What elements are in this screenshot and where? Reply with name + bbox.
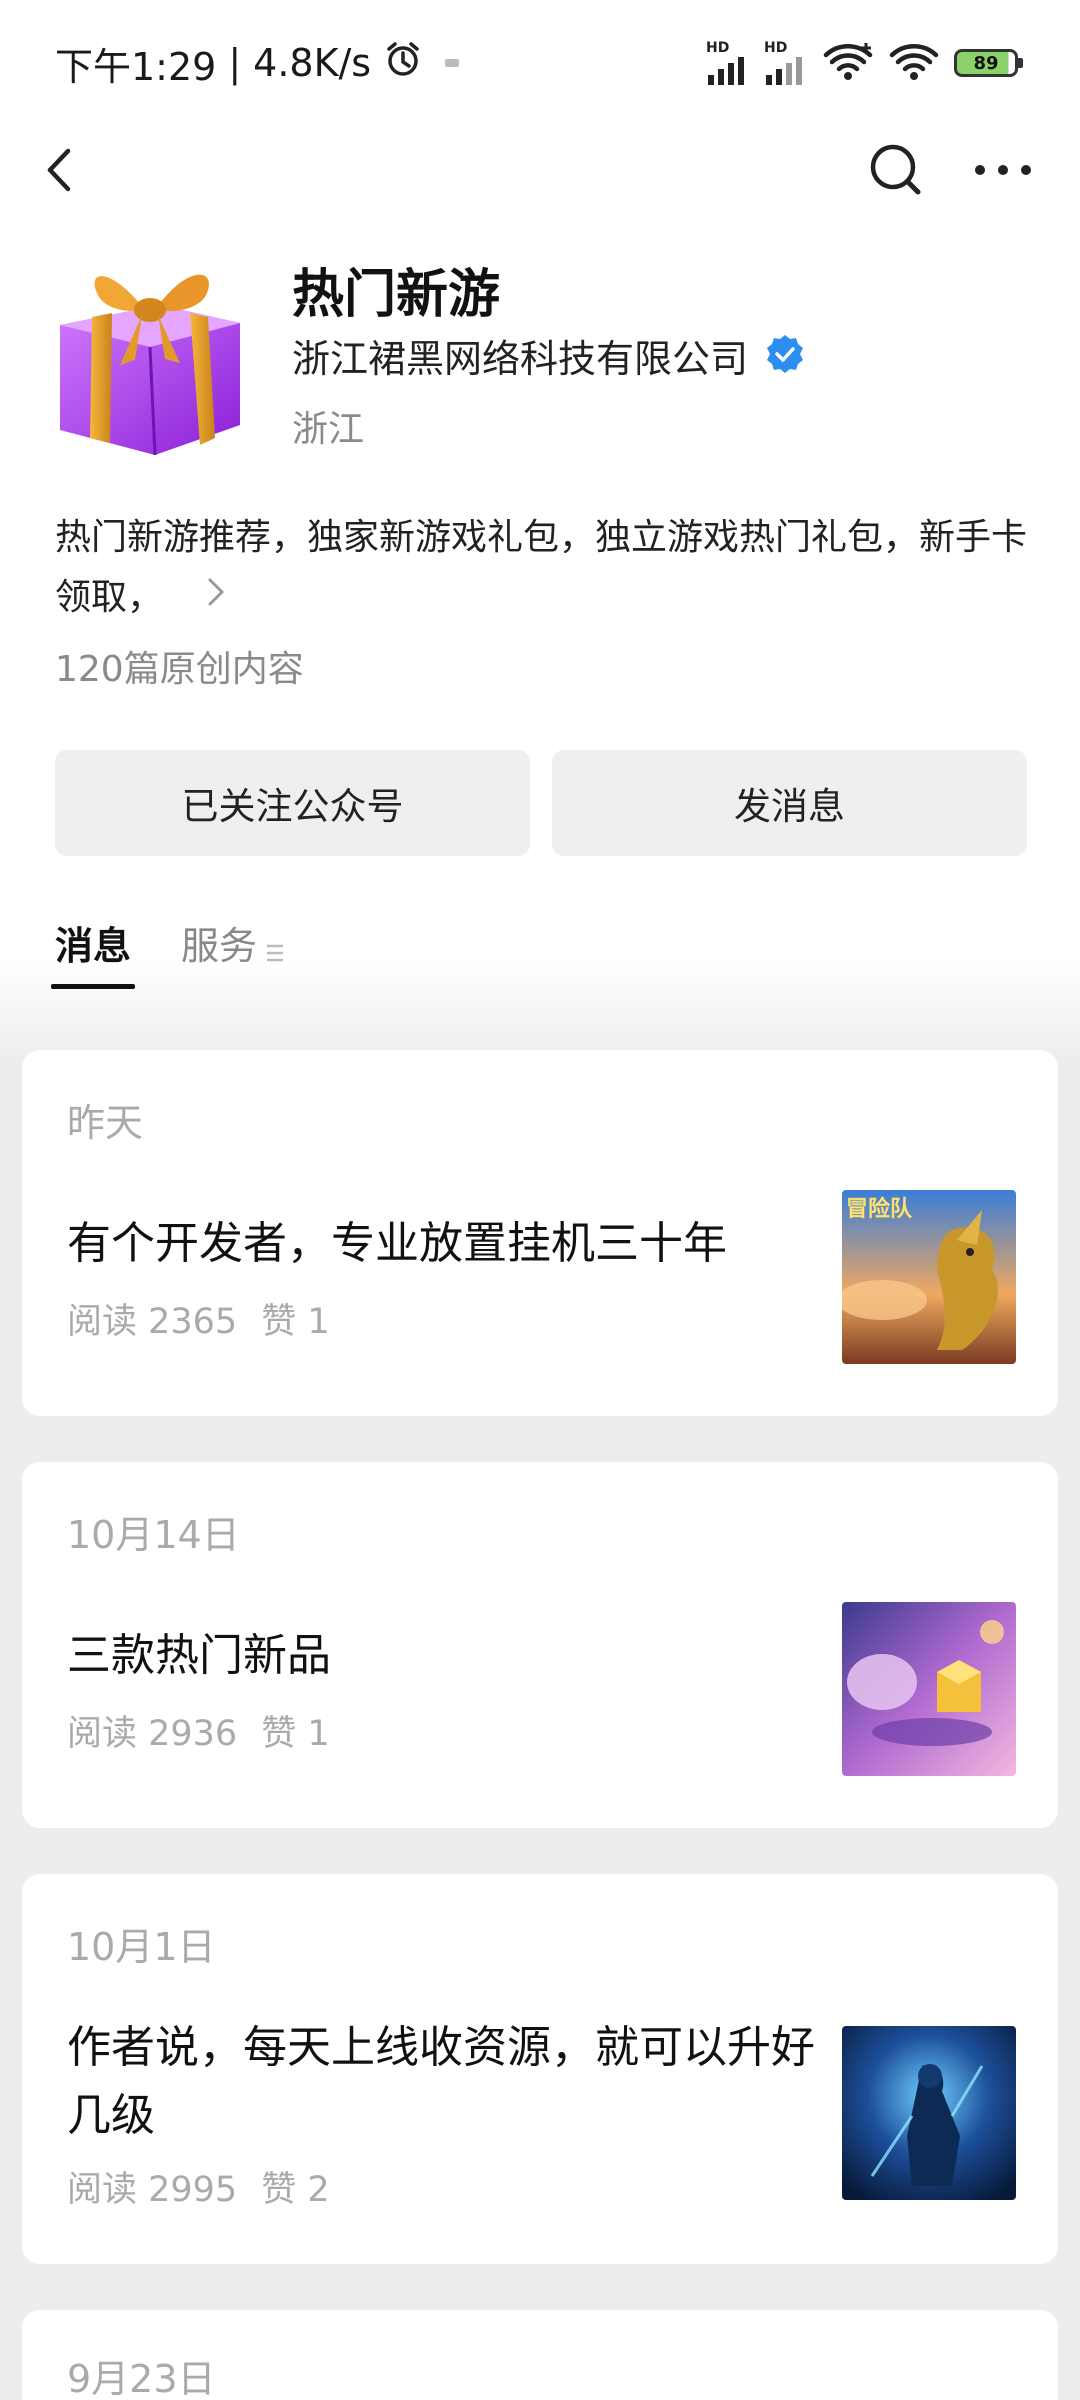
tab-messages[interactable]: 消息 bbox=[50, 915, 136, 989]
description-text: 热门新游推荐，独家新游戏礼包，独立游戏热门礼包，新手卡领取， bbox=[55, 517, 1028, 618]
article-stats: 阅读 2995 赞 2 bbox=[67, 2161, 330, 2212]
search-icon[interactable] bbox=[860, 135, 930, 205]
article-stats: 阅读 2936 赞 1 bbox=[67, 1705, 330, 1756]
send-message-button[interactable]: 发消息 bbox=[552, 750, 1027, 856]
account-description[interactable]: 热门新游推荐，独家新游戏礼包，独立游戏热门礼包，新手卡领取， bbox=[55, 508, 1035, 629]
more-icon[interactable] bbox=[968, 135, 1038, 205]
followed-button[interactable]: 已关注公众号 bbox=[55, 750, 530, 856]
status-separator: | bbox=[228, 41, 242, 85]
region: 浙江 bbox=[292, 409, 365, 450]
read-count: 阅读 2995 bbox=[67, 2170, 238, 2210]
menu-icon bbox=[265, 929, 285, 985]
nav-bar bbox=[0, 125, 1080, 215]
status-left: 下午1:29 | 4.8K/s bbox=[55, 34, 460, 92]
article-thumbnail[interactable]: 冒险队 bbox=[842, 1190, 1016, 1364]
article-thumbnail[interactable] bbox=[842, 2026, 1016, 2200]
signal-hd-icon: HD bbox=[764, 41, 808, 85]
article-title: 有个开发者，专业放置挂机三十年 bbox=[67, 1218, 727, 1269]
account-avatar[interactable] bbox=[50, 255, 250, 465]
thumbnail-title-text: 冒险队 bbox=[846, 1196, 913, 1222]
read-count: 阅读 2365 bbox=[67, 1302, 238, 1342]
tab-services-label: 服务 bbox=[181, 924, 258, 968]
article-thumbnail[interactable] bbox=[842, 1602, 1016, 1776]
tab-bar: 消息 服务 bbox=[50, 915, 285, 989]
article-title: 作者说，每天上线收资源，就可以升好几级 bbox=[67, 2022, 815, 2141]
company-name: 浙江裙黑网络科技有限公司 bbox=[292, 337, 749, 381]
article-date: 10月1日 bbox=[67, 1925, 216, 1969]
status-speed: 4.8K/s bbox=[253, 41, 372, 85]
like-count: 赞 2 bbox=[261, 2170, 330, 2210]
status-time: 下午1:29 bbox=[55, 44, 217, 89]
battery-level: 89 bbox=[973, 52, 999, 74]
article-date: 10月14日 bbox=[67, 1513, 240, 1557]
verified-icon bbox=[764, 333, 806, 379]
article-card[interactable]: 10月1日 作者说，每天上线收资源，就可以升好几级 阅读 2995 赞 2 bbox=[22, 1874, 1058, 2264]
company-row[interactable]: 浙江裙黑网络科技有限公司 bbox=[292, 328, 806, 383]
notification-dot-icon bbox=[445, 59, 460, 67]
like-count: 赞 1 bbox=[261, 1302, 330, 1342]
read-count: 阅读 2936 bbox=[67, 1714, 238, 1754]
account-name: 热门新游 bbox=[292, 265, 501, 325]
wifi-icon bbox=[888, 41, 940, 85]
status-bar: 下午1:29 | 4.8K/s HD HD 89 bbox=[0, 0, 1080, 125]
original-count: 120篇原创内容 bbox=[55, 649, 304, 690]
alarm-icon bbox=[383, 39, 423, 88]
wifi-icon bbox=[822, 41, 874, 85]
article-title: 三款热门新品 bbox=[67, 1630, 331, 1681]
back-icon[interactable] bbox=[30, 135, 100, 205]
article-card[interactable]: 昨天 有个开发者，专业放置挂机三十年 阅读 2365 赞 1 冒险队 bbox=[22, 1050, 1058, 1416]
like-count: 赞 1 bbox=[261, 1714, 330, 1754]
article-card[interactable]: 9月23日 bbox=[22, 2310, 1058, 2400]
chevron-right-icon[interactable] bbox=[204, 569, 228, 629]
signal-hd-icon: HD bbox=[706, 41, 750, 85]
article-date: 9月23日 bbox=[67, 2357, 216, 2400]
article-card[interactable]: 10月14日 三款热门新品 阅读 2936 赞 1 bbox=[22, 1462, 1058, 1828]
tab-services[interactable]: 服务 bbox=[181, 915, 285, 985]
article-date: 昨天 bbox=[67, 1101, 144, 1145]
battery-icon: 89 bbox=[954, 49, 1023, 77]
status-right: HD HD 89 bbox=[706, 38, 1023, 88]
tab-messages-label: 消息 bbox=[55, 924, 132, 968]
article-stats: 阅读 2365 赞 1 bbox=[67, 1293, 330, 1344]
